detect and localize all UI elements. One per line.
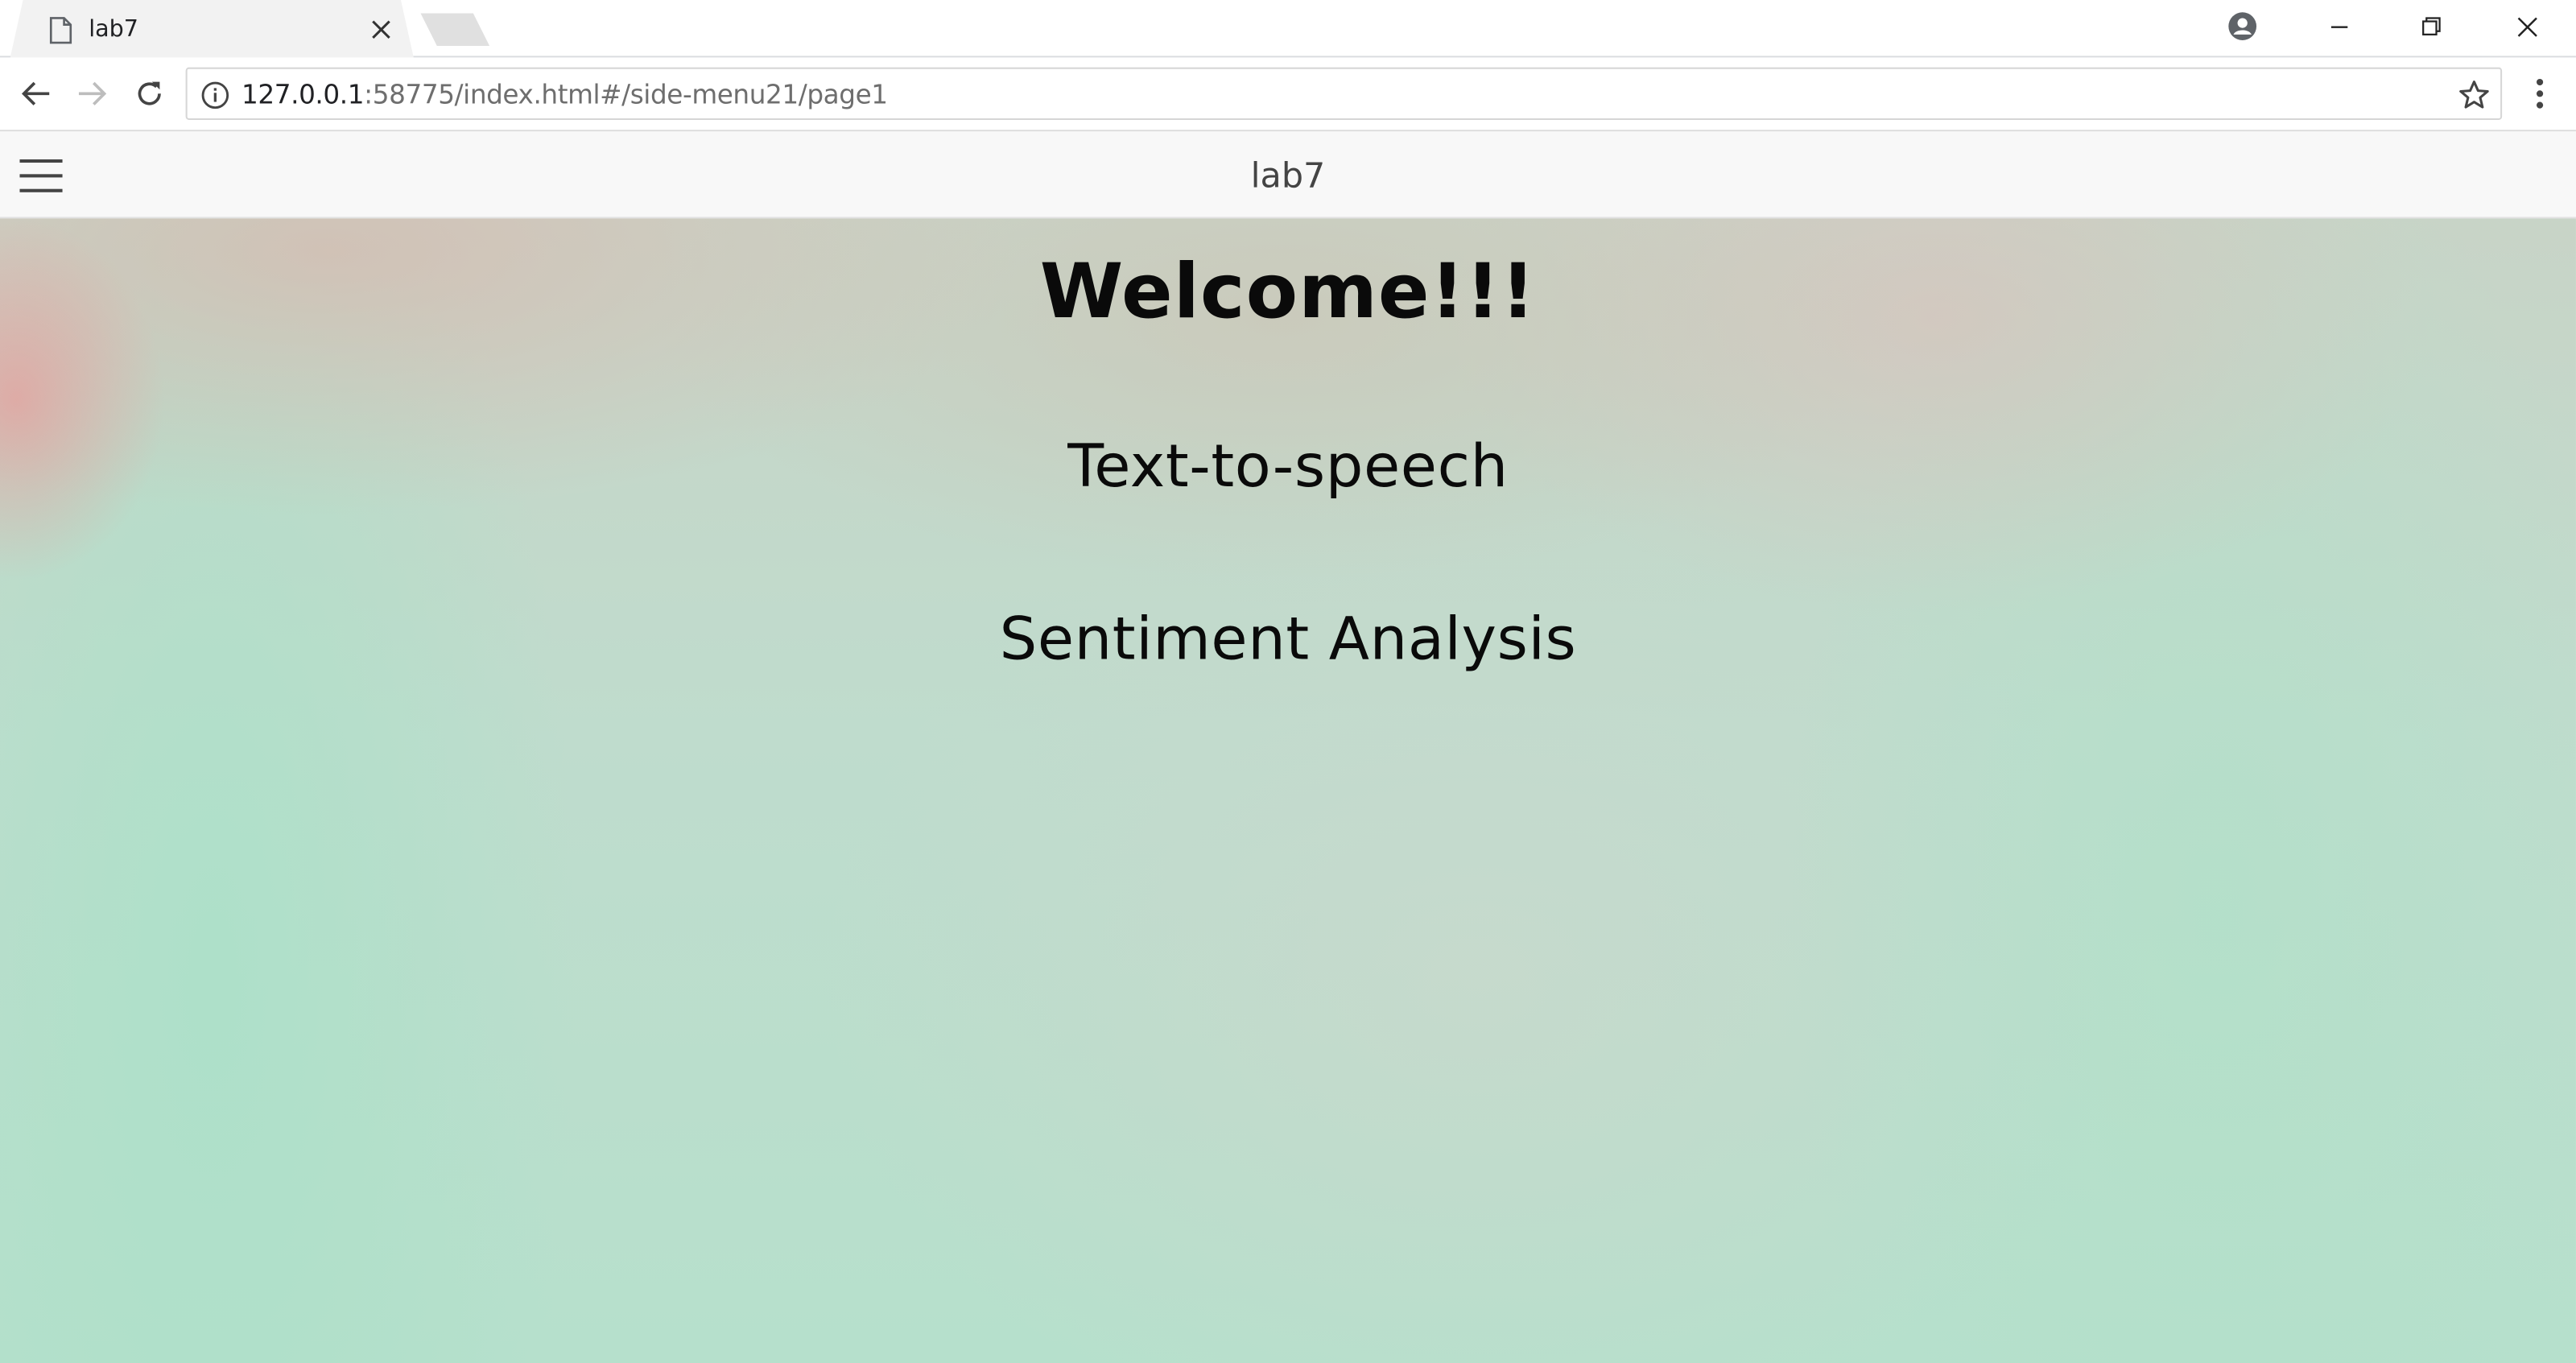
minimize-icon[interactable] — [2293, 0, 2385, 52]
info-icon[interactable] — [200, 81, 230, 110]
app-header: lab7 — [0, 131, 2576, 219]
url-path: :58775/index.html#/side-menu21/page1 — [364, 78, 888, 110]
forward-arrow-icon[interactable] — [69, 71, 115, 117]
new-tab-button[interactable] — [420, 13, 490, 47]
tab-title: lab7 — [89, 16, 138, 43]
welcome-heading: Welcome!!! — [1039, 246, 1537, 336]
tab-strip: lab7 — [0, 0, 2576, 60]
page-content: Welcome!!! Text-to-speech Sentiment Anal… — [0, 218, 2576, 1363]
browser-toolbar: 127.0.0.1:58775/index.html#/side-menu21/… — [0, 57, 2576, 132]
app-title: lab7 — [1250, 155, 1326, 196]
text-to-speech-link[interactable]: Text-to-speech — [0, 434, 2576, 502]
browser-tab[interactable]: lab7 — [10, 0, 415, 60]
close-window-icon[interactable] — [2481, 0, 2573, 52]
close-tab-icon[interactable] — [368, 16, 394, 43]
address-bar[interactable]: 127.0.0.1:58775/index.html#/side-menu21/… — [185, 67, 2503, 120]
restore-icon[interactable] — [2385, 0, 2477, 52]
document-icon — [49, 16, 72, 43]
browser-menu-icon[interactable] — [2520, 71, 2560, 117]
back-arrow-icon[interactable] — [13, 71, 59, 117]
sentiment-analysis-link[interactable]: Sentiment Analysis — [0, 606, 2576, 674]
url-text[interactable]: 127.0.0.1:58775/index.html#/side-menu21/… — [242, 79, 888, 110]
url-host: 127.0.0.1 — [241, 78, 365, 110]
bookmark-star-icon[interactable] — [2458, 79, 2491, 112]
reload-icon[interactable] — [126, 71, 172, 117]
profile-icon[interactable] — [2197, 0, 2289, 52]
browser-window: lab7 127.0.0.1:58775/index.html#/side-me… — [0, 0, 2576, 1363]
